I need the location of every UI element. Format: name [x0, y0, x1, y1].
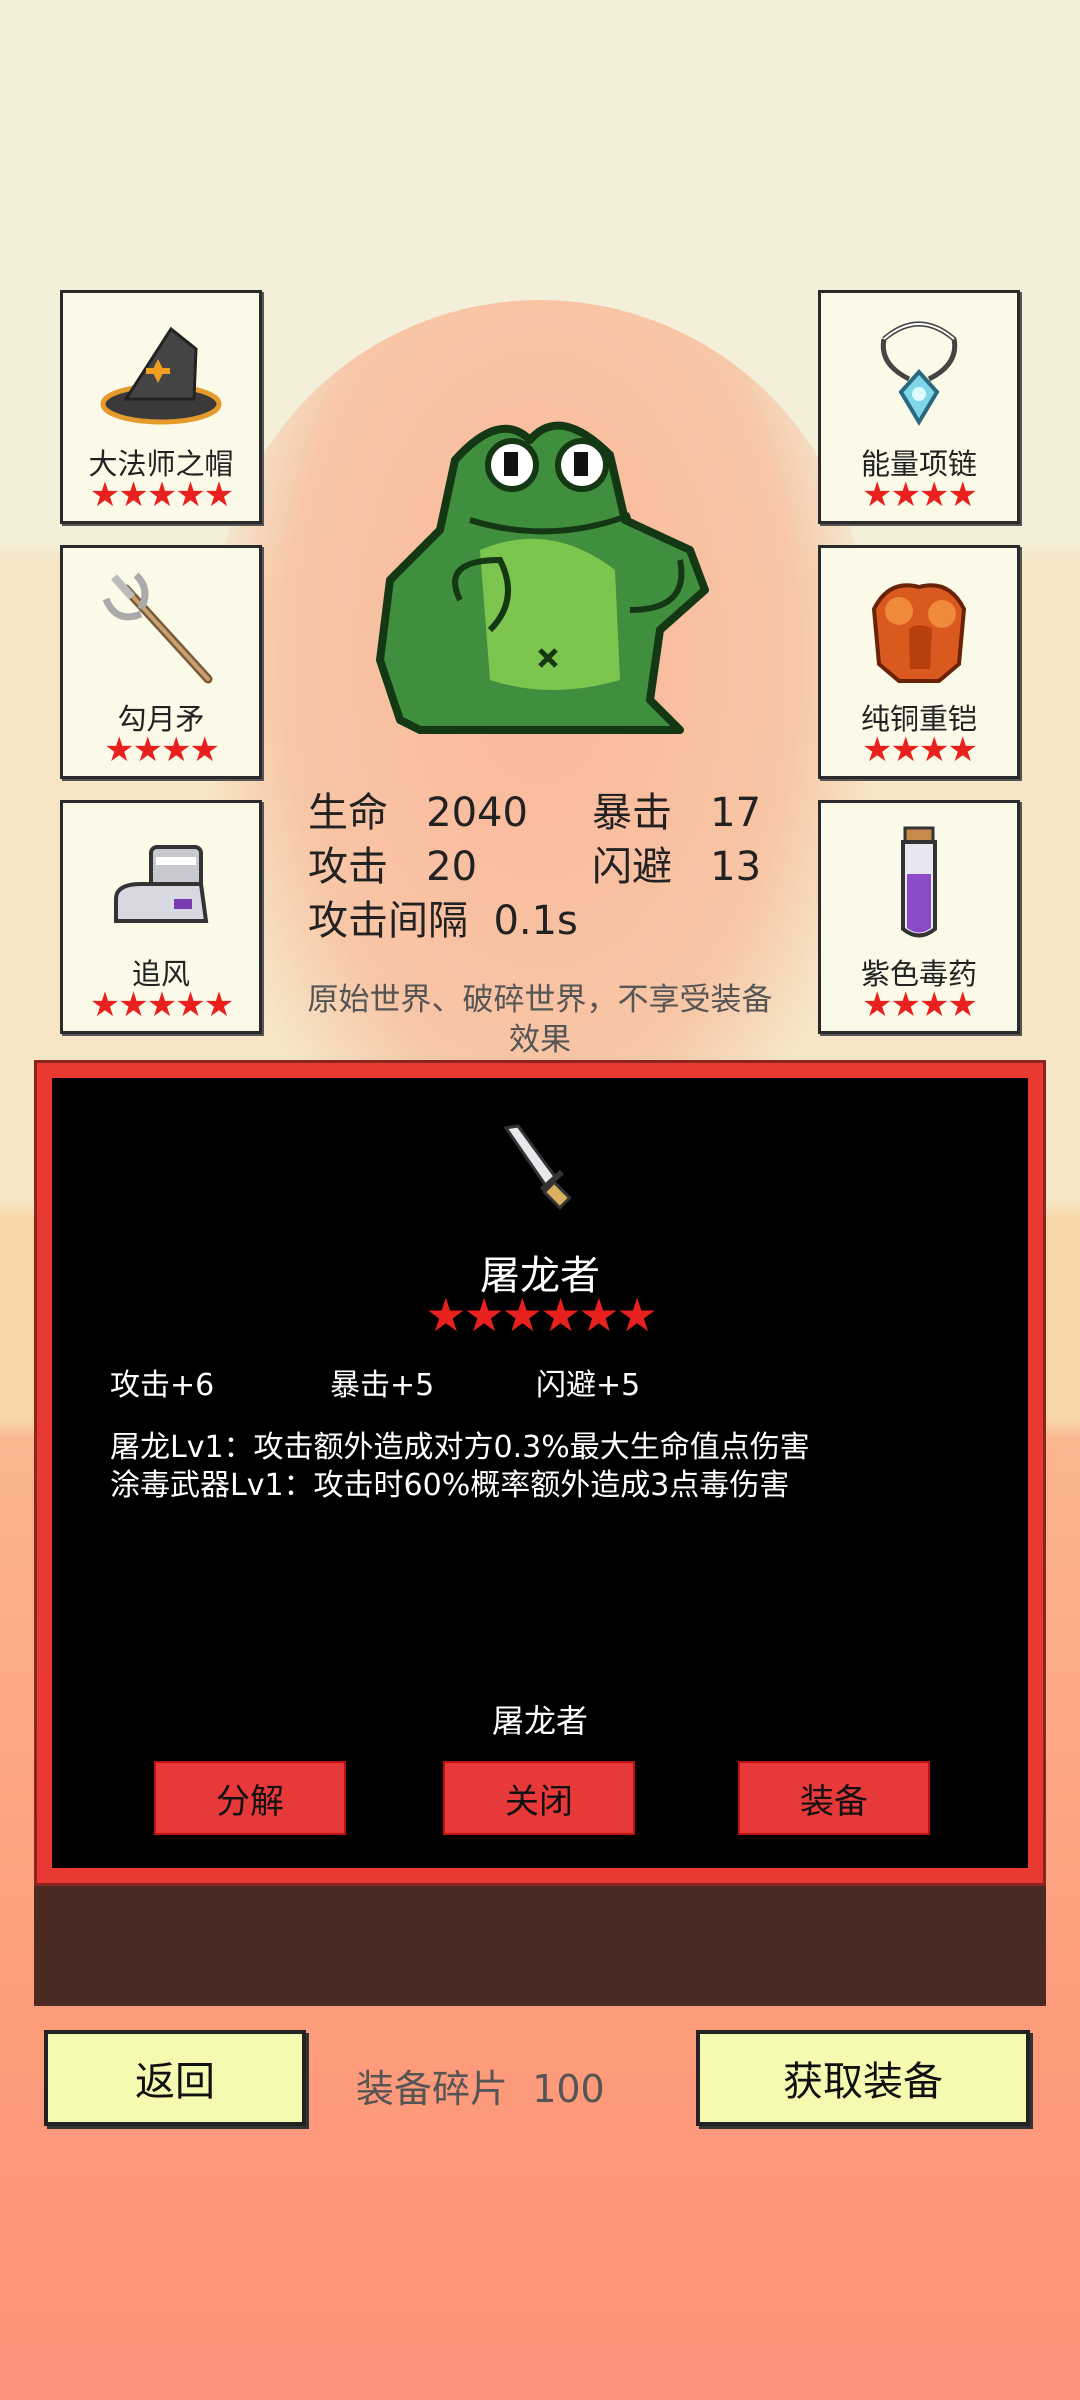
stat-atk-label: 攻击: [308, 844, 388, 890]
boots-icon: [63, 819, 259, 949]
stat-hp-label: 生命: [308, 790, 388, 836]
necklace-icon: [821, 309, 1017, 439]
fragment-label: 装备碎片: [356, 2067, 509, 2111]
equip-slot-potion[interactable]: 紫色毒药 ★★★★: [818, 800, 1020, 1034]
crescent-spear-icon: [63, 564, 259, 694]
equip-slot-necklace[interactable]: 能量项链 ★★★★: [818, 290, 1020, 524]
fragment-count: 装备碎片 100: [356, 2058, 605, 2113]
stat-crit-value: 17: [710, 790, 762, 836]
get-equipment-button[interactable]: 获取装备: [696, 2030, 1030, 2126]
item-stars: ★★★★★★: [425, 1288, 657, 1342]
stat-atk: 攻击 20: [308, 834, 477, 892]
stat-dodge-value: 13: [710, 844, 762, 890]
stat-crit-label: 暴击: [592, 790, 672, 836]
dismantle-button[interactable]: 分解: [154, 1761, 346, 1835]
panel-footer-bar: [34, 1886, 1046, 2006]
slot-stars: ★★★★: [862, 985, 978, 1025]
slot-stars: ★★★★: [862, 475, 978, 515]
fragment-value: 100: [532, 2067, 605, 2111]
close-button[interactable]: 关闭: [443, 1761, 635, 1835]
stat-interval-label: 攻击间隔: [308, 898, 468, 944]
equip-slot-hat[interactable]: 大法师之帽 ★★★★★: [60, 290, 262, 524]
back-button[interactable]: 返回: [44, 2030, 306, 2126]
slot-stars: ★★★★: [104, 730, 220, 770]
stat-interval-value: 0.1s: [493, 898, 578, 944]
stat-hp: 生命 2040: [308, 780, 528, 838]
bonus-dodge: 闪避+5: [536, 1368, 641, 1403]
stat-interval: 攻击间隔 0.1s: [308, 888, 578, 946]
frog-character: [360, 400, 720, 740]
stat-crit: 暴击 17: [592, 780, 761, 838]
item-subtitle: 屠龙者: [491, 1702, 588, 1740]
stat-hp-value: 2040: [426, 790, 528, 836]
equip-slot-boots[interactable]: 追风 ★★★★★: [60, 800, 262, 1034]
equip-slot-weapon[interactable]: 勾月矛 ★★★★: [60, 545, 262, 779]
world-notice: 原始世界、破碎世界，不享受装备效果: [307, 982, 773, 1058]
stat-atk-value: 20: [426, 844, 478, 890]
slot-stars: ★★★★: [862, 730, 978, 770]
equip-slot-armor[interactable]: 纯铜重铠 ★★★★: [818, 545, 1020, 779]
skill-line: 涂毒武器Lv1：攻击时60%概率额外造成3点毒伤害: [110, 1468, 790, 1503]
item-detail-panel: 屠龙者 ★★★★★★ 攻击+6 暴击+5 闪避+5 屠龙Lv1：攻击额外造成对方…: [52, 1078, 1028, 1868]
equip-button[interactable]: 装备: [738, 1761, 930, 1835]
dagger-icon: [500, 1124, 580, 1214]
slot-stars: ★★★★★: [89, 475, 234, 515]
poison-potion-icon: [821, 819, 1017, 949]
stat-dodge-label: 闪避: [592, 844, 672, 890]
armor-icon: [821, 564, 1017, 694]
bonus-crit: 暴击+5: [330, 1368, 435, 1403]
bonus-attack: 攻击+6: [110, 1368, 215, 1403]
wizard-hat-icon: [63, 309, 259, 439]
slot-stars: ★★★★★: [89, 985, 234, 1025]
stat-dodge: 闪避 13: [592, 834, 761, 892]
